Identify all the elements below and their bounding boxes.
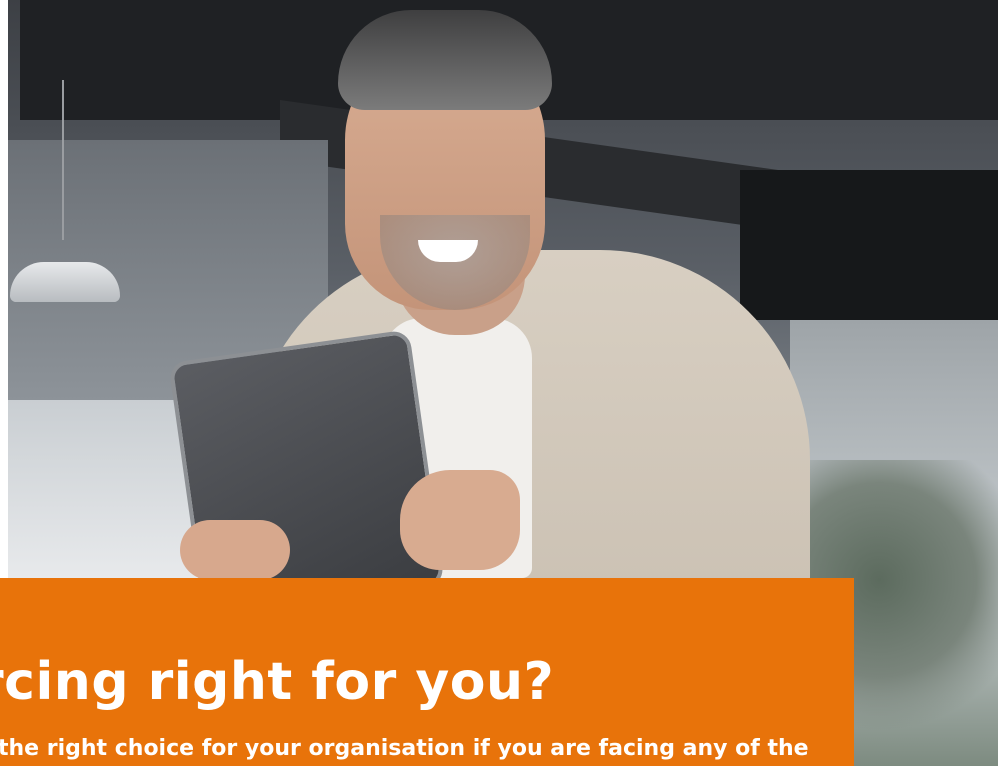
pendant-lamp [10,262,120,302]
person-hair [338,10,552,110]
hero-subline: the right choice for your organisation i… [0,736,809,761]
hero-headline: rcing right for you? [0,652,555,712]
background-panel [740,170,998,320]
person-left-hand [180,520,290,580]
lamp-cord [62,80,64,240]
person-right-hand [400,470,520,570]
